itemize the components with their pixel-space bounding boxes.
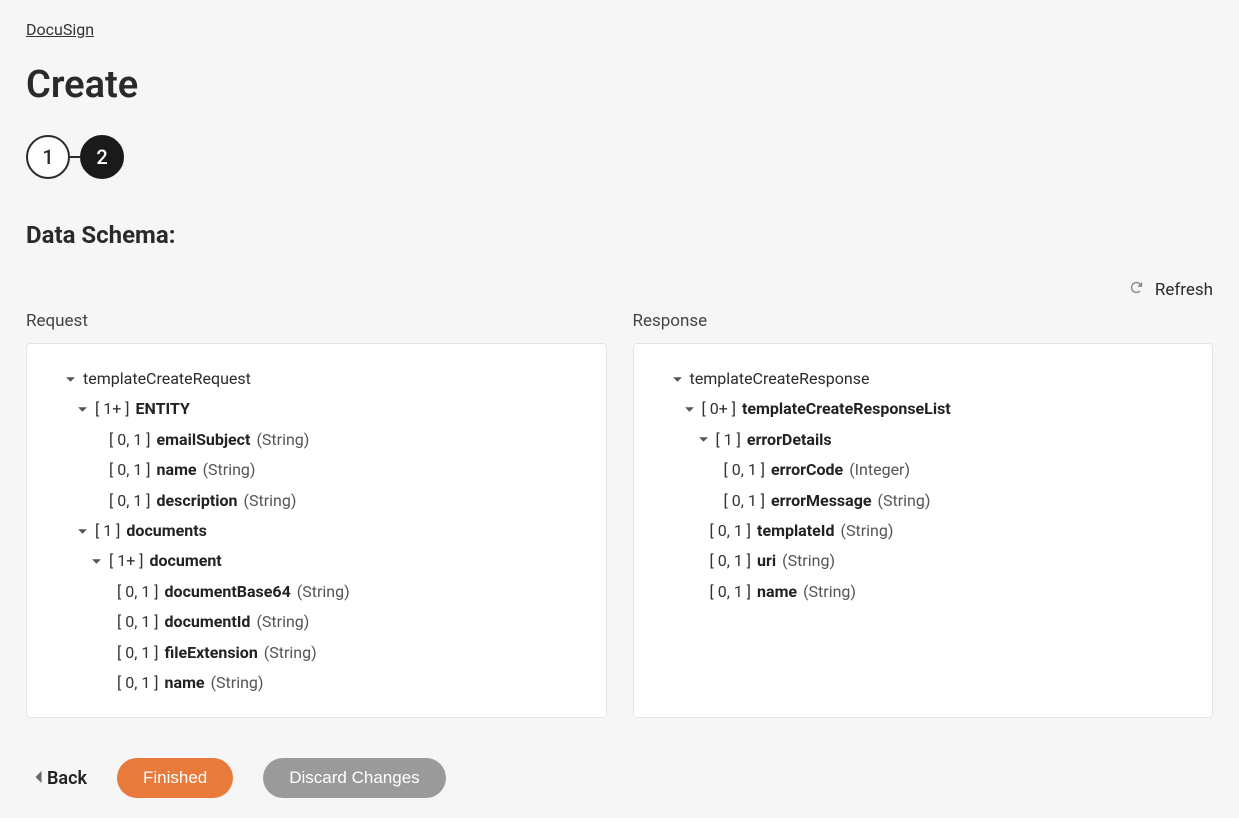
field-name: templateCreateResponseList bbox=[742, 394, 951, 424]
tree-field: [ 0, 1 ] description (String) bbox=[49, 486, 584, 516]
back-label: Back bbox=[47, 768, 87, 789]
cardinality: [ 0, 1 ] bbox=[710, 577, 752, 607]
request-column: Request templateCreateRequest [ 1+ ] ENT… bbox=[26, 311, 607, 718]
cardinality: [ 0, 1 ] bbox=[724, 486, 766, 516]
field-type: (Integer) bbox=[849, 455, 910, 485]
field-name: name bbox=[757, 577, 797, 607]
chevron-down-icon bbox=[684, 404, 696, 415]
cardinality: [ 0, 1 ] bbox=[117, 668, 159, 698]
chevron-down-icon bbox=[698, 434, 710, 445]
cardinality: [ 0, 1 ] bbox=[117, 638, 159, 668]
response-label: Response bbox=[633, 311, 1214, 331]
cardinality: [ 1 ] bbox=[95, 516, 120, 546]
back-link[interactable]: Back bbox=[34, 768, 87, 789]
cardinality: [ 0, 1 ] bbox=[109, 455, 151, 485]
field-name: document bbox=[150, 546, 222, 576]
tree-label: templateCreateRequest bbox=[83, 364, 251, 394]
page-title: Create bbox=[26, 63, 1213, 107]
tree-field: [ 0, 1 ] name (String) bbox=[49, 668, 584, 698]
tree-label: templateCreateResponse bbox=[690, 364, 870, 394]
field-name: emailSubject bbox=[157, 425, 251, 455]
refresh-label: Refresh bbox=[1155, 280, 1213, 300]
tree-field: [ 0, 1 ] documentBase64 (String) bbox=[49, 577, 584, 607]
tree-node-list[interactable]: [ 0+ ] templateCreateResponseList bbox=[656, 394, 1191, 424]
discard-button[interactable]: Discard Changes bbox=[263, 758, 445, 798]
field-name: errorCode bbox=[771, 455, 843, 485]
response-column: Response templateCreateResponse [ 0+ ] t… bbox=[633, 311, 1214, 718]
cardinality: [ 0, 1 ] bbox=[724, 455, 766, 485]
request-panel: templateCreateRequest [ 1+ ] ENTITY [ 0,… bbox=[26, 343, 607, 718]
chevron-down-icon bbox=[65, 374, 77, 385]
field-type: (String) bbox=[203, 455, 256, 485]
chevron-down-icon bbox=[77, 404, 89, 415]
field-type: (String) bbox=[297, 577, 350, 607]
breadcrumb-link[interactable]: DocuSign bbox=[26, 20, 94, 39]
field-type: (String) bbox=[211, 668, 264, 698]
step-2[interactable]: 2 bbox=[80, 135, 124, 179]
tree-field: [ 0, 1 ] emailSubject (String) bbox=[49, 425, 584, 455]
chevron-down-icon bbox=[91, 556, 103, 567]
cardinality: [ 0, 1 ] bbox=[710, 546, 752, 576]
field-type: (String) bbox=[782, 546, 835, 576]
tree-node-entity[interactable]: [ 1+ ] ENTITY bbox=[49, 394, 584, 424]
section-title: Data Schema: bbox=[26, 221, 1213, 249]
tree-field: [ 0, 1 ] errorMessage (String) bbox=[656, 486, 1191, 516]
step-connector bbox=[70, 156, 80, 158]
request-label: Request bbox=[26, 311, 607, 331]
field-name: name bbox=[165, 668, 205, 698]
field-name: documentId bbox=[165, 607, 251, 637]
cardinality: [ 0, 1 ] bbox=[109, 486, 151, 516]
cardinality: [ 1 ] bbox=[716, 425, 741, 455]
tree-field: [ 0, 1 ] name (String) bbox=[49, 455, 584, 485]
step-1[interactable]: 1 bbox=[26, 135, 70, 179]
field-name: errorMessage bbox=[771, 486, 871, 516]
field-type: (String) bbox=[243, 486, 296, 516]
field-name: errorDetails bbox=[747, 425, 832, 455]
tree-field: [ 0, 1 ] name (String) bbox=[656, 577, 1191, 607]
refresh-icon bbox=[1128, 279, 1145, 301]
chevron-left-icon bbox=[34, 768, 43, 789]
tree-node-error[interactable]: [ 1 ] errorDetails bbox=[656, 425, 1191, 455]
field-name: name bbox=[157, 455, 197, 485]
field-name: documents bbox=[126, 516, 206, 546]
field-type: (String) bbox=[840, 516, 893, 546]
field-name: fileExtension bbox=[165, 638, 258, 668]
field-type: (String) bbox=[256, 425, 309, 455]
field-name: description bbox=[157, 486, 238, 516]
cardinality: [ 1+ ] bbox=[95, 394, 130, 424]
cardinality: [ 0, 1 ] bbox=[710, 516, 752, 546]
field-type: (String) bbox=[256, 607, 309, 637]
field-name: uri bbox=[757, 546, 776, 576]
stepper: 1 2 bbox=[26, 135, 1213, 179]
cardinality: [ 0+ ] bbox=[702, 394, 737, 424]
chevron-down-icon bbox=[672, 374, 684, 385]
field-type: (String) bbox=[264, 638, 317, 668]
refresh-button[interactable]: Refresh bbox=[1128, 279, 1213, 301]
field-name: templateId bbox=[757, 516, 834, 546]
cardinality: [ 0, 1 ] bbox=[109, 425, 151, 455]
cardinality: [ 0, 1 ] bbox=[117, 607, 159, 637]
footer-actions: Back Finished Discard Changes bbox=[26, 758, 1213, 798]
tree-field: [ 0, 1 ] templateId (String) bbox=[656, 516, 1191, 546]
finished-button[interactable]: Finished bbox=[117, 758, 233, 798]
tree-node-document[interactable]: [ 1+ ] document bbox=[49, 546, 584, 576]
chevron-down-icon bbox=[77, 526, 89, 537]
tree-root[interactable]: templateCreateResponse bbox=[656, 364, 1191, 394]
tree-root[interactable]: templateCreateRequest bbox=[49, 364, 584, 394]
tree-field: [ 0, 1 ] documentId (String) bbox=[49, 607, 584, 637]
tree-field: [ 0, 1 ] uri (String) bbox=[656, 546, 1191, 576]
tree-field: [ 0, 1 ] errorCode (Integer) bbox=[656, 455, 1191, 485]
field-type: (String) bbox=[877, 486, 930, 516]
field-type: (String) bbox=[803, 577, 856, 607]
field-name: documentBase64 bbox=[165, 577, 291, 607]
field-name: ENTITY bbox=[136, 394, 190, 424]
tree-node-documents[interactable]: [ 1 ] documents bbox=[49, 516, 584, 546]
response-panel: templateCreateResponse [ 0+ ] templateCr… bbox=[633, 343, 1214, 718]
tree-field: [ 0, 1 ] fileExtension (String) bbox=[49, 638, 584, 668]
cardinality: [ 0, 1 ] bbox=[117, 577, 159, 607]
cardinality: [ 1+ ] bbox=[109, 546, 144, 576]
